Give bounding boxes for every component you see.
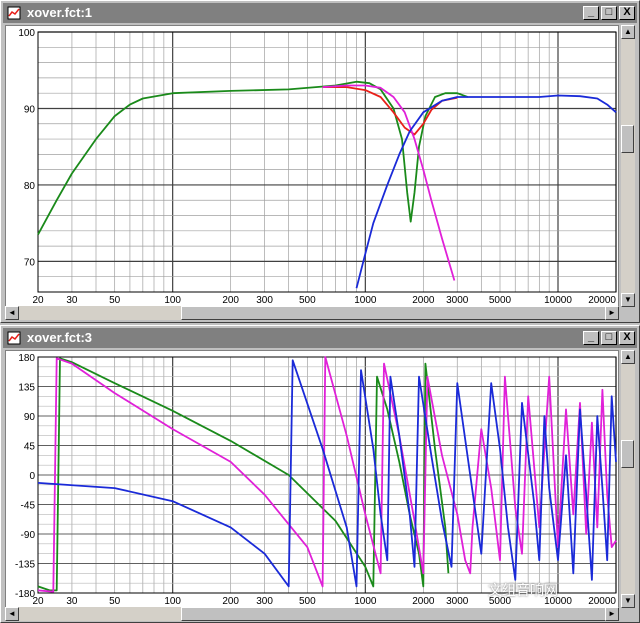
y-tick-label: 90 [24,104,36,115]
horizontal-scrollbar[interactable]: ◄ ► [5,306,619,320]
x-tick-label: 50 [109,596,121,607]
y-tick-label: 0 [29,471,35,482]
minimize-button[interactable]: _ [583,331,599,345]
x-tick-label: 20 [32,295,44,306]
plot-area[interactable]: 180 135 90 45 0 -45 -90 -135 -180 20 30 50 100 200 300… [5,350,619,608]
y-tick-label: 70 [24,257,36,268]
x-tick-label: 10000 [544,295,572,306]
plot-frame [37,31,617,293]
document-chart-icon [7,6,21,20]
titlebar[interactable]: xover.fct:1 _ □ X [3,3,637,23]
maximize-button[interactable]: □ [601,331,617,345]
series-line [37,359,617,588]
vertical-scrollbar[interactable]: ▲ ▼ [621,350,635,608]
window-magnitude: xover.fct:1 _ □ X 70 80 90 100 20 30 50 100 200 3… [0,0,640,323]
x-tick-label: 200 [222,295,239,306]
plot-area[interactable]: 70 80 90 100 20 30 50 100 200 300 500 1000 2000 3000 5… [5,25,619,307]
x-tick-label: 300 [256,596,273,607]
close-button[interactable]: X [619,6,635,20]
x-tick-label: 50 [109,295,121,306]
x-tick-label: 2000 [412,295,435,306]
series-line [37,80,469,236]
x-tick-label: 300 [256,295,273,306]
x-tick-label: 1000 [354,295,377,306]
x-tick-label: 100 [164,295,181,306]
y-tick-label: 45 [24,442,36,453]
y-tick-label: -90 [21,530,36,541]
scroll-left-arrow-icon[interactable]: ◄ [5,607,19,621]
x-tick-label: 20 [32,596,44,607]
scroll-thumb[interactable] [181,306,611,320]
series-line [355,94,617,289]
x-tick-label: 100 [164,596,181,607]
window-phase: xover.fct:3 _ □ X 180 135 90 45 0 -45 -90 -135-… [0,325,640,623]
window-title: xover.fct:3 [27,330,93,345]
grid [37,31,617,293]
watermark-text: 文组音响网 [488,583,558,599]
phase-chart: 18013590450-45-90-135-18020 30 50 100 200 300… [15,353,617,607]
vertical-scrollbar[interactable]: ▲ ▼ [621,25,635,307]
x-tick-label: 200 [222,596,239,607]
scroll-right-arrow-icon[interactable]: ► [605,306,619,320]
x-tick-label: 3000 [446,596,469,607]
titlebar[interactable]: xover.fct:3 _ □ X [3,328,637,348]
horizontal-scrollbar[interactable]: ◄ ► [5,607,619,621]
maximize-button[interactable]: □ [601,6,617,20]
y-tick-label: 80 [24,181,36,192]
x-tick-label: 500 [299,596,316,607]
scroll-up-arrow-icon[interactable]: ▲ [621,350,635,364]
x-tick-label: 20000 [588,295,616,306]
scroll-thumb[interactable] [181,607,611,621]
scroll-left-arrow-icon[interactable]: ◄ [5,306,19,320]
scroll-down-arrow-icon[interactable]: ▼ [621,293,635,307]
y-tick-label: -135 [15,560,35,571]
scroll-thumb[interactable] [621,440,634,468]
x-tick-label: 20000 [588,596,616,607]
minimize-button[interactable]: _ [583,6,599,20]
x-tick-label: 1000 [354,596,377,607]
close-button[interactable]: X [619,331,635,345]
x-tick-label: 2000 [412,596,435,607]
x-tick-label: 3000 [446,295,469,306]
scroll-up-arrow-icon[interactable]: ▲ [621,25,635,39]
scroll-right-arrow-icon[interactable]: ► [605,607,619,621]
document-chart-icon [7,331,21,345]
y-tick-label: 90 [24,412,36,423]
y-tick-label: 100 [18,28,35,39]
y-tick-label: 180 [18,353,35,364]
y-tick-label: 135 [18,383,35,394]
y-tick-label: -45 [21,501,36,512]
x-tick-label: 500 [299,295,316,306]
window-title: xover.fct:1 [27,5,93,20]
scroll-thumb[interactable] [621,125,634,153]
grid [37,356,617,594]
magnitude-chart: 70 80 90 100 20 30 50 100 200 300 500 1000 2000 3000 5… [18,28,617,306]
scroll-down-arrow-icon[interactable]: ▼ [621,594,635,608]
x-tick-label: 5000 [489,295,512,306]
x-tick-label: 30 [66,295,78,306]
x-tick-label: 30 [66,596,78,607]
series-line [37,356,617,593]
